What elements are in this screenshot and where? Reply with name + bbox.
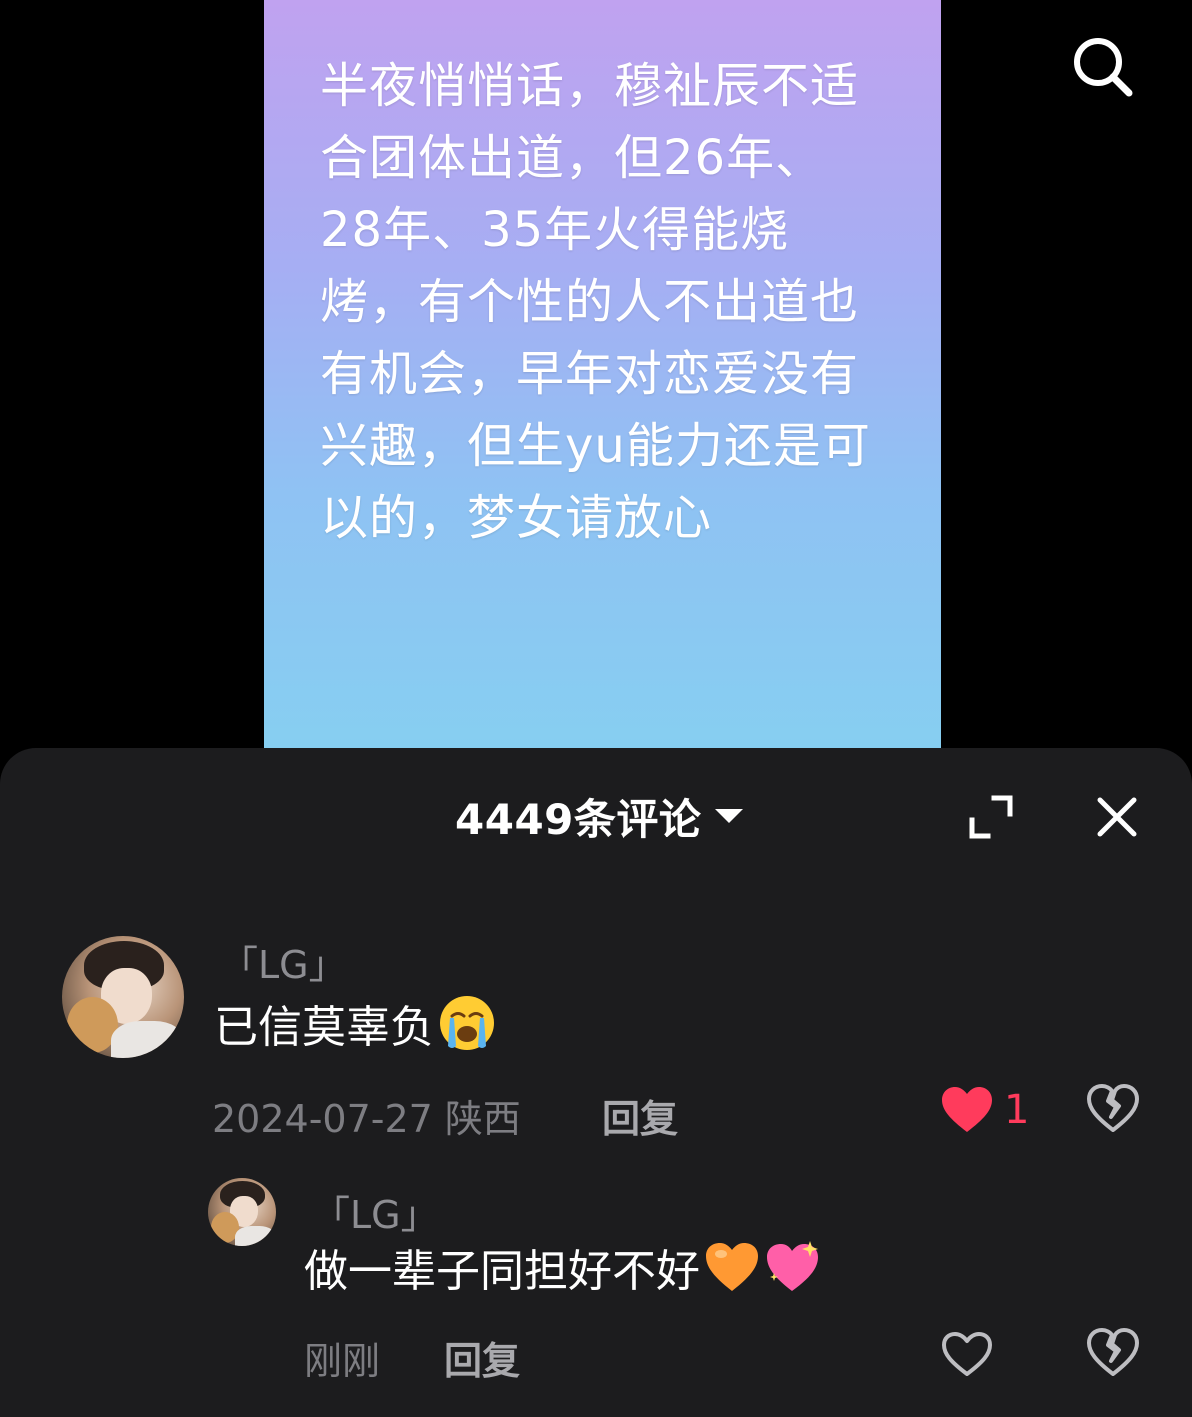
close-icon bbox=[1097, 797, 1137, 837]
comment-date-location: 2024-07-27 陕西 bbox=[212, 1097, 521, 1141]
post-image[interactable]: 半夜悄悄话，穆祉辰不适 合团体出道，但26年、 28年、35年火得能烧 烤，有个… bbox=[264, 0, 941, 760]
post-line: 半夜悄悄话，穆祉辰不适 bbox=[320, 58, 860, 114]
comment-username[interactable]: 「LG」 bbox=[220, 934, 347, 989]
orange-heart-emoji bbox=[706, 1243, 758, 1291]
search-icon bbox=[1074, 38, 1133, 97]
dislike-button[interactable] bbox=[1086, 1328, 1140, 1378]
reply-username[interactable]: 「LG」 bbox=[312, 1184, 439, 1239]
search-button[interactable] bbox=[1064, 28, 1140, 104]
avatar[interactable] bbox=[62, 936, 184, 1058]
broken-heart-icon bbox=[1087, 1328, 1139, 1376]
broken-heart-icon bbox=[1087, 1084, 1139, 1132]
reply-time: 刚刚 bbox=[304, 1339, 381, 1383]
post-line: 烤，有个性的人不出道也 bbox=[320, 274, 860, 330]
comment-count-sort-toggle[interactable]: 4449条评论 bbox=[455, 786, 744, 846]
comment-panel: 4449条评论 「LG」 已信莫辜负 2024-07-27 陕西 回复 1 「L… bbox=[0, 748, 1192, 1417]
post-line: 以的，梦女请放心 bbox=[320, 490, 713, 546]
dislike-button[interactable] bbox=[1086, 1084, 1140, 1134]
avatar[interactable] bbox=[208, 1178, 276, 1246]
close-button[interactable] bbox=[1090, 790, 1144, 844]
post-text: 半夜悄悄话，穆祉辰不适 合团体出道，但26年、 28年、35年火得能烧 烤，有个… bbox=[320, 50, 900, 554]
comment-text: 已信莫辜负 bbox=[214, 994, 496, 1053]
sparkling-heart-emoji bbox=[767, 1241, 818, 1291]
loudly-crying-face-emoji bbox=[440, 996, 494, 1050]
avatar-shirt bbox=[110, 1021, 184, 1058]
heart-outline-icon bbox=[942, 1332, 992, 1376]
post-line: 有机会，早年对恋爱没有 bbox=[320, 346, 860, 402]
reply-text-content: 做一辈子同担好不好 bbox=[304, 1246, 700, 1297]
expand-button[interactable] bbox=[964, 790, 1018, 844]
comment-count: 4449条评论 bbox=[455, 794, 702, 844]
caret-down-icon bbox=[715, 809, 744, 823]
like-button[interactable] bbox=[940, 1328, 994, 1380]
avatar-shirt bbox=[235, 1225, 276, 1246]
post-line: 28年、35年火得能烧 bbox=[320, 202, 790, 258]
reply-button[interactable]: 回复 bbox=[602, 1088, 678, 1143]
reply-text: 做一辈子同担好不好 bbox=[304, 1238, 824, 1297]
heart-filled-icon bbox=[942, 1087, 992, 1132]
reply-button[interactable]: 回复 bbox=[444, 1330, 520, 1385]
video-area: 半夜悄悄话，穆祉辰不适 合团体出道，但26年、 28年、35年火得能烧 烤，有个… bbox=[0, 0, 1192, 760]
comment-panel-header: 4449条评论 bbox=[0, 778, 1192, 858]
like-count: 1 bbox=[1004, 1087, 1030, 1133]
comment-text-content: 已信莫辜负 bbox=[214, 1002, 434, 1053]
post-line: 兴趣，但生yu能力还是可 bbox=[320, 418, 871, 474]
expand-icon bbox=[969, 795, 1013, 839]
post-line: 合团体出道，但26年、 bbox=[320, 130, 825, 186]
like-button[interactable]: 1 bbox=[940, 1084, 1029, 1136]
